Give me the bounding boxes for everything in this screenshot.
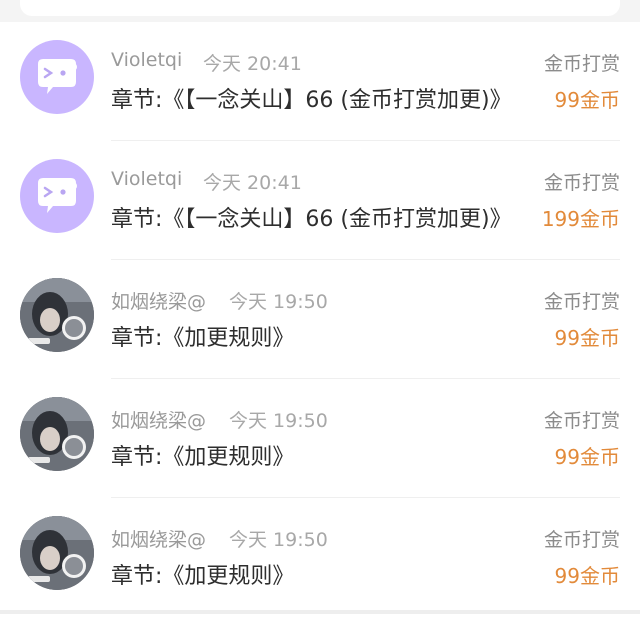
timestamp: 今天 20:41 <box>203 172 302 194</box>
chapter-title: 章节:《【一念关山】66 (金币打赏加更)》 <box>111 207 512 232</box>
user-photo-icon <box>20 397 94 471</box>
coin-amount: 99金币 <box>554 88 620 112</box>
reward-type: 金币打赏 <box>543 53 620 75</box>
top-card <box>20 0 620 16</box>
reward-type: 金币打赏 <box>543 410 620 432</box>
timestamp: 今天 19:50 <box>229 410 328 432</box>
avatar[interactable] <box>20 397 94 471</box>
coin-amount: 199金币 <box>541 207 620 231</box>
avatar[interactable] <box>20 159 94 233</box>
chapter-title: 章节:《【一念关山】66 (金币打赏加更)》 <box>111 88 512 113</box>
bottom-bar <box>0 610 640 614</box>
user-photo-icon <box>20 278 94 352</box>
chapter-title: 章节:《加更规则》 <box>111 445 295 470</box>
reward-list: Violetqi 今天 20:41 金币打赏 章节:《【一念关山】66 (金币打… <box>0 22 640 622</box>
coin-amount: 99金币 <box>554 564 620 588</box>
reward-type: 金币打赏 <box>543 172 620 194</box>
avatar[interactable] <box>20 40 94 114</box>
list-item[interactable]: 如烟绕梁@ 今天 19:50 金币打赏 章节:《加更规则》 99金币 <box>0 498 640 617</box>
timestamp: 今天 20:41 <box>203 53 302 75</box>
user-photo-icon <box>20 516 94 590</box>
timestamp: 今天 19:50 <box>229 529 328 551</box>
timestamp: 今天 19:50 <box>229 291 328 313</box>
avatar[interactable] <box>20 278 94 352</box>
chapter-title: 章节:《加更规则》 <box>111 326 295 351</box>
username[interactable]: Violetqi <box>111 168 182 190</box>
reward-type: 金币打赏 <box>543 529 620 551</box>
username[interactable]: 如烟绕梁@ <box>111 406 206 433</box>
reward-type: 金币打赏 <box>543 291 620 313</box>
username[interactable]: 如烟绕梁@ <box>111 525 206 552</box>
username[interactable]: Violetqi <box>111 49 182 71</box>
list-item[interactable]: 如烟绕梁@ 今天 19:50 金币打赏 章节:《加更规则》 99金币 <box>0 260 640 379</box>
list-item[interactable]: Violetqi 今天 20:41 金币打赏 章节:《【一念关山】66 (金币打… <box>0 141 640 260</box>
username[interactable]: 如烟绕梁@ <box>111 287 206 314</box>
coin-amount: 99金币 <box>554 445 620 469</box>
avatar[interactable] <box>20 516 94 590</box>
list-item[interactable]: Violetqi 今天 20:41 金币打赏 章节:《【一念关山】66 (金币打… <box>0 22 640 141</box>
list-item[interactable]: 如烟绕梁@ 今天 19:50 金币打赏 章节:《加更规则》 99金币 <box>0 379 640 498</box>
chat-bubble-icon <box>38 178 77 213</box>
chapter-title: 章节:《加更规则》 <box>111 564 295 589</box>
chat-bubble-icon <box>38 59 77 94</box>
coin-amount: 99金币 <box>554 326 620 350</box>
